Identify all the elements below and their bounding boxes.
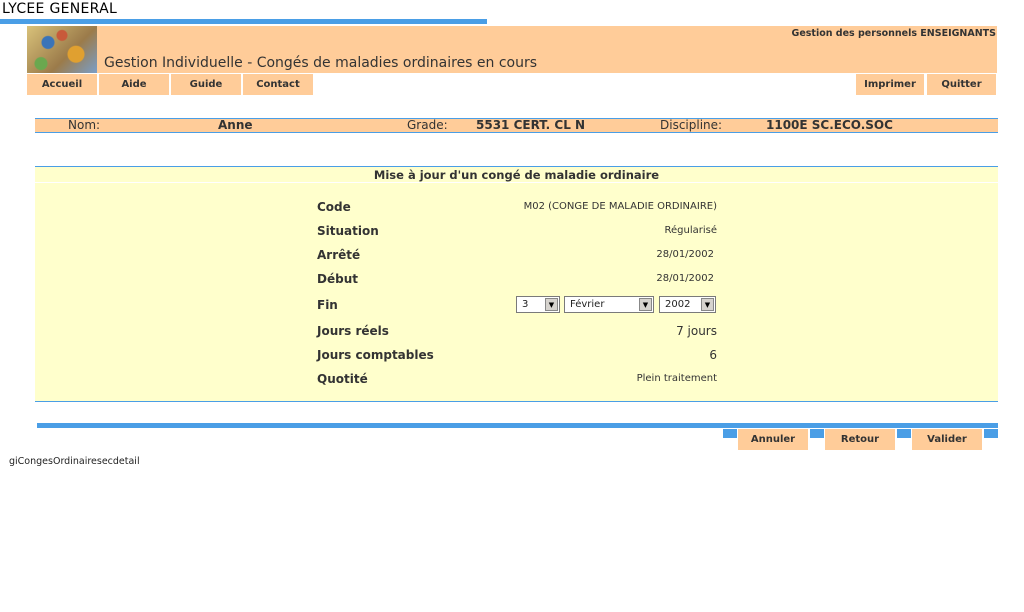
chevron-down-icon[interactable]: ▼ xyxy=(545,298,558,311)
button-separator xyxy=(723,429,737,438)
print-button[interactable]: Imprimer xyxy=(856,74,924,95)
form-panel xyxy=(35,166,998,402)
page-title: Gestion Individuelle - Congés de maladie… xyxy=(104,55,538,71)
form-title: Mise à jour d'un congé de maladie ordina… xyxy=(35,167,998,183)
page-id-label: giCongesOrdinairesecdetail xyxy=(9,456,140,467)
quotite-label: Quotité xyxy=(317,372,368,386)
fin-year-select[interactable]: 2002 ▼ xyxy=(659,296,716,313)
chevron-down-icon[interactable]: ▼ xyxy=(701,298,714,311)
quit-button[interactable]: Quitter xyxy=(927,74,996,95)
code-value: M02 (CONGE DE MALADIE ORDINAIRE) xyxy=(523,201,717,212)
fin-year-value: 2002 xyxy=(665,299,691,310)
nom-label: Nom: xyxy=(68,118,101,132)
valider-button[interactable]: Valider xyxy=(912,429,982,450)
annuler-button[interactable]: Annuler xyxy=(738,429,808,450)
grade-value: 5531 CERT. CL N xyxy=(476,118,586,132)
grade-label: Grade: xyxy=(407,118,448,132)
chevron-down-icon[interactable]: ▼ xyxy=(639,298,652,311)
debut-value: 28/01/2002 xyxy=(656,273,714,284)
fin-month-select[interactable]: Février ▼ xyxy=(564,296,654,313)
situation-value: Régularisé xyxy=(664,225,718,236)
school-name: LYCEE GENERAL xyxy=(2,1,118,17)
jours-reels-value: 7 jours xyxy=(676,324,717,338)
top-divider xyxy=(0,19,487,24)
nav-aide-button[interactable]: Aide xyxy=(99,74,169,95)
arrete-value: 28/01/2002 xyxy=(656,249,714,260)
situation-label: Situation xyxy=(317,224,379,238)
fin-label: Fin xyxy=(317,298,338,312)
discipline-label: Discipline: xyxy=(660,118,723,132)
fin-day-select[interactable]: 3 ▼ xyxy=(516,296,560,313)
school-logo-image xyxy=(27,26,97,73)
fin-month-value: Février xyxy=(570,299,605,310)
nav-contact-button[interactable]: Contact xyxy=(243,74,313,95)
bottom-divider xyxy=(37,423,998,428)
button-separator xyxy=(984,429,998,438)
code-label: Code xyxy=(317,200,351,214)
module-title: Gestion des personnels ENSEIGNANTS xyxy=(791,28,996,39)
fin-day-value: 3 xyxy=(522,299,529,310)
button-separator xyxy=(897,429,911,438)
quotite-value: Plein traitement xyxy=(636,373,717,384)
jours-comptables-label: Jours comptables xyxy=(317,348,434,362)
nav-accueil-button[interactable]: Accueil xyxy=(27,74,97,95)
discipline-value: 1100E SC.ECO.SOC xyxy=(766,118,893,132)
debut-label: Début xyxy=(317,272,358,286)
arrete-label: Arrêté xyxy=(317,248,361,262)
button-separator xyxy=(810,429,824,438)
nav-guide-button[interactable]: Guide xyxy=(171,74,241,95)
jours-reels-label: Jours réels xyxy=(317,324,389,338)
retour-button[interactable]: Retour xyxy=(825,429,895,450)
nom-value: Anne xyxy=(218,118,253,132)
jours-comptables-value: 6 xyxy=(709,348,717,362)
